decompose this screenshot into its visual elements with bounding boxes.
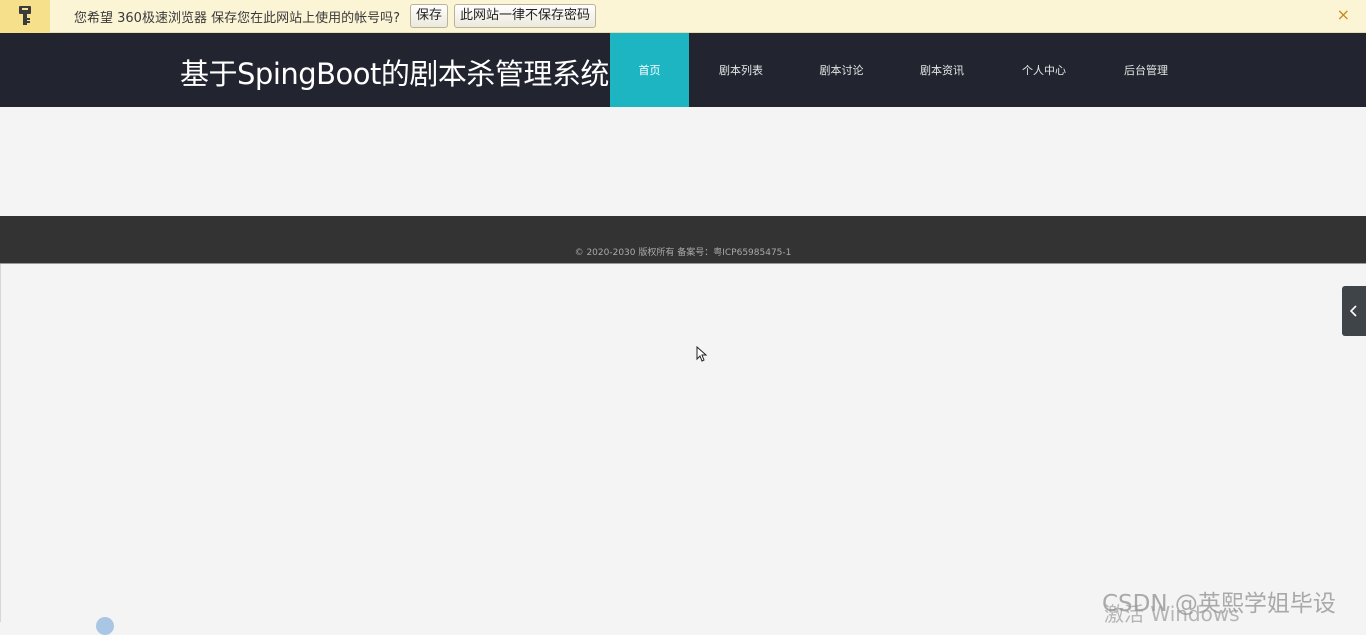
save-password-message: 您希望 360极速浏览器 保存您在此网站上使用的帐号吗? <box>74 10 400 26</box>
password-save-bar: 您希望 360极速浏览器 保存您在此网站上使用的帐号吗? 保存 此网站一律不保存… <box>0 0 1366 33</box>
nav-item-label: 个人中心 <box>1022 64 1066 77</box>
site-footer: © 2020-2030 版权所有 备案号：粤ICP65985475-1 <box>0 216 1366 264</box>
chevron-left-icon <box>1350 305 1357 317</box>
nav-item-personal-center[interactable]: 个人中心 <box>994 33 1094 107</box>
page-left-edge <box>0 264 1 622</box>
nav-item-admin[interactable]: 后台管理 <box>1094 33 1198 107</box>
nav-item-label: 首页 <box>638 64 661 77</box>
nav-item-label: 剧本列表 <box>719 64 763 77</box>
main-nav: 首页 剧本列表 剧本讨论 剧本资讯 个人中心 后台管理 <box>610 33 1198 107</box>
key-icon <box>19 6 31 25</box>
nav-item-script-discussion[interactable]: 剧本讨论 <box>793 33 890 107</box>
side-panel-toggle[interactable] <box>1342 286 1366 336</box>
site-title: 基于SpingBoot的剧本杀管理系统 <box>180 57 609 91</box>
save-password-button[interactable]: 保存 <box>409 4 448 28</box>
close-icon[interactable]: × <box>1337 5 1350 24</box>
nav-item-script-news[interactable]: 剧本资讯 <box>890 33 994 107</box>
nav-item-label: 剧本讨论 <box>819 64 864 77</box>
main-content <box>0 107 1366 216</box>
nav-item-home[interactable]: 首页 <box>610 33 689 107</box>
nav-item-label: 后台管理 <box>1124 64 1168 77</box>
mouse-cursor-icon <box>696 346 708 362</box>
never-save-password-button[interactable]: 此网站一律不保存密码 <box>454 4 597 28</box>
csdn-watermark: CSDN @英熙学姐毕设 <box>1102 591 1336 617</box>
nav-item-label: 剧本资讯 <box>920 64 964 77</box>
partial-circle-icon <box>96 617 114 635</box>
footer-copyright: © 2020-2030 版权所有 备案号：粤ICP65985475-1 <box>574 248 792 258</box>
nav-item-script-list[interactable]: 剧本列表 <box>689 33 793 107</box>
site-header: 基于SpingBoot的剧本杀管理系统 首页 剧本列表 剧本讨论 剧本资讯 个人… <box>0 33 1366 107</box>
key-icon-box <box>0 0 50 33</box>
